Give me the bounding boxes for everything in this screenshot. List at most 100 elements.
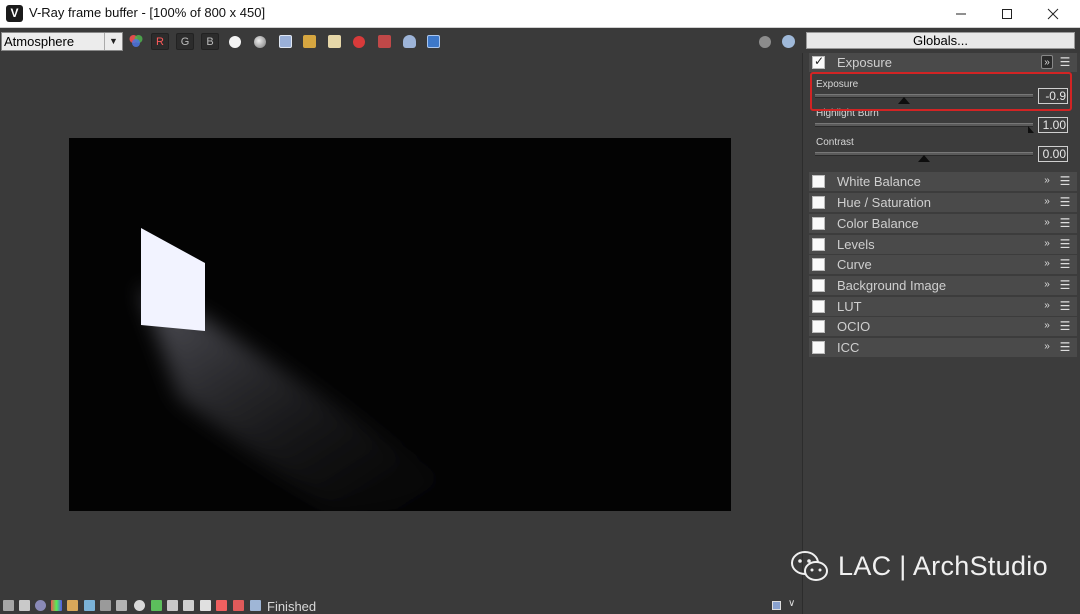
chevron-down-icon[interactable]: » <box>1041 195 1053 209</box>
layer-checkbox[interactable] <box>812 217 825 230</box>
white-circle-icon[interactable] <box>229 36 241 48</box>
channel-select[interactable]: Atmosphere ▼ <box>1 32 123 51</box>
status-icon-2[interactable] <box>19 600 30 611</box>
slider-track[interactable] <box>815 123 1033 127</box>
region-icon[interactable] <box>378 35 391 48</box>
layer-label: Hue / Saturation <box>837 195 931 210</box>
alpha-circle-icon[interactable] <box>254 36 266 48</box>
chevron-down-icon[interactable]: » <box>1041 319 1053 333</box>
status-icon-6[interactable] <box>84 600 95 611</box>
status-icon-5[interactable] <box>67 600 78 611</box>
slider-label: Contrast <box>816 137 854 148</box>
status-icon-13[interactable] <box>200 600 211 611</box>
stop-icon[interactable] <box>353 36 365 48</box>
chevron-down-icon[interactable]: » <box>1041 257 1053 271</box>
status-icon-12[interactable] <box>183 600 194 611</box>
layer-checkbox[interactable] <box>812 279 825 292</box>
status-icon-7[interactable] <box>100 600 111 611</box>
layer-label: Exposure <box>837 55 892 70</box>
layer-background-image[interactable]: Background Image » ☰ <box>809 276 1077 295</box>
layer-levels[interactable]: Levels » ☰ <box>809 235 1077 254</box>
menu-icon[interactable]: ☰ <box>1059 174 1071 188</box>
status-icon-9[interactable] <box>134 600 145 611</box>
layer-lut[interactable]: LUT » ☰ <box>809 297 1077 316</box>
layer-white-balance[interactable]: White Balance » ☰ <box>809 172 1077 191</box>
layer-curve[interactable]: Curve » ☰ <box>809 255 1077 274</box>
layer-label: Levels <box>837 237 875 252</box>
title-bar: V V-Ray frame buffer - [100% of 800 x 45… <box>0 0 1080 28</box>
chevron-down-icon[interactable]: » <box>1041 237 1053 251</box>
menu-icon[interactable]: ☰ <box>1059 278 1071 292</box>
panel-toggle-icon[interactable] <box>772 601 781 610</box>
chevron-down-icon[interactable]: » <box>1041 278 1053 292</box>
maximize-button[interactable] <box>984 0 1030 28</box>
globe-icon[interactable] <box>759 36 771 48</box>
menu-icon[interactable]: ☰ <box>1059 195 1071 209</box>
window-light-source <box>141 228 205 331</box>
teapot-render-icon[interactable] <box>782 35 795 48</box>
menu-icon[interactable]: ☰ <box>1059 299 1071 313</box>
layer-exposure[interactable]: Exposure » ☰ <box>809 53 1077 72</box>
watermark: LAC | ArchStudio <box>790 548 1048 584</box>
green-channel-button[interactable]: G <box>176 33 194 50</box>
collapse-icon[interactable]: » <box>1041 55 1053 69</box>
rendered-image <box>69 138 731 511</box>
status-icon-15[interactable] <box>233 600 244 611</box>
vray-logo-icon: V <box>6 5 23 22</box>
chevron-down-icon: ▼ <box>104 33 122 50</box>
status-icon-16[interactable] <box>250 600 261 611</box>
layer-checkbox[interactable] <box>812 196 825 209</box>
chevron-down-icon[interactable]: » <box>1041 340 1053 354</box>
layer-ocio[interactable]: OCIO » ☰ <box>809 317 1077 336</box>
menu-icon[interactable]: ☰ <box>1059 216 1071 230</box>
slider-thumb[interactable] <box>1028 126 1034 133</box>
clear-icon[interactable] <box>328 35 341 48</box>
status-icon-8[interactable] <box>116 600 127 611</box>
layer-checkbox[interactable] <box>812 175 825 188</box>
status-icon-14[interactable] <box>216 600 227 611</box>
status-icon-1[interactable] <box>3 600 14 611</box>
teapot-icon[interactable] <box>403 35 416 48</box>
layer-checkbox[interactable] <box>812 258 825 271</box>
layer-checkbox[interactable] <box>812 320 825 333</box>
chevron-down-icon[interactable]: » <box>1041 299 1053 313</box>
minimize-button[interactable] <box>938 0 984 28</box>
layer-checkbox[interactable] <box>812 238 825 251</box>
status-bar: Finished ∨ <box>0 598 802 614</box>
status-icon-3[interactable] <box>35 600 46 611</box>
menu-icon[interactable]: ☰ <box>1059 237 1071 251</box>
highlight-burn-value-field[interactable]: 1.00 <box>1038 117 1068 133</box>
contrast-value-field[interactable]: 0.00 <box>1038 146 1068 162</box>
globals-button[interactable]: Globals... <box>806 32 1075 49</box>
menu-icon[interactable]: ☰ <box>1059 55 1071 69</box>
highlight-burn-slider[interactable]: Highlight Burn 1.00 <box>815 108 1073 136</box>
render-viewport[interactable] <box>0 53 802 598</box>
contrast-slider[interactable]: Contrast 0.00 <box>815 137 1073 165</box>
menu-icon[interactable]: ☰ <box>1059 319 1071 333</box>
maximize-icon <box>1002 9 1012 19</box>
chevron-down-icon[interactable]: ∨ <box>788 598 795 609</box>
render-history-icon[interactable] <box>427 35 440 48</box>
status-icon-11[interactable] <box>167 600 178 611</box>
layer-checkbox[interactable] <box>812 341 825 354</box>
layer-hue-saturation[interactable]: Hue / Saturation » ☰ <box>809 193 1077 212</box>
status-icon-4[interactable] <box>51 600 62 611</box>
red-channel-button[interactable]: R <box>151 33 169 50</box>
save-icon[interactable] <box>279 35 292 48</box>
open-folder-icon[interactable] <box>303 35 316 48</box>
slider-thumb[interactable] <box>918 155 930 162</box>
layer-icc[interactable]: ICC » ☰ <box>809 338 1077 357</box>
color-corrections-panel: Exposure » ☰ Exposure -0.9 Highlight Bur… <box>802 53 1080 614</box>
chevron-down-icon[interactable]: » <box>1041 216 1053 230</box>
layer-checkbox[interactable] <box>812 300 825 313</box>
blue-channel-button[interactable]: B <box>201 33 219 50</box>
layer-color-balance[interactable]: Color Balance » ☰ <box>809 214 1077 233</box>
menu-icon[interactable]: ☰ <box>1059 257 1071 271</box>
status-icon-10[interactable] <box>151 600 162 611</box>
close-button[interactable] <box>1030 0 1076 28</box>
chevron-down-icon[interactable]: » <box>1041 174 1053 188</box>
exposure-checkbox[interactable] <box>812 54 825 69</box>
color-wheel-icon[interactable] <box>127 33 145 50</box>
menu-icon[interactable]: ☰ <box>1059 340 1071 354</box>
layer-label: ICC <box>837 340 860 355</box>
